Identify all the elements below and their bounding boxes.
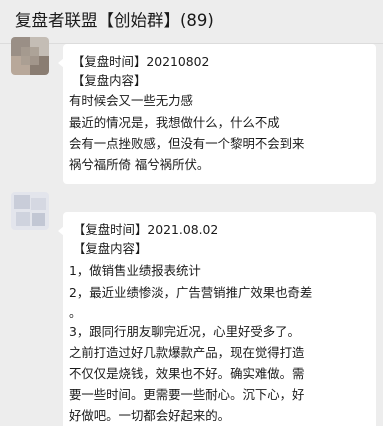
message-line: 不仅仅是烧钱，效果也不好。确实难做。需: [69, 366, 305, 381]
chat-title[interactable]: 复盘者联盟【创始群】(89): [15, 9, 214, 33]
message-line: 【复盘内容】: [72, 73, 147, 88]
message-line: 最近的情况是，我想做什么，什么不成: [69, 115, 280, 130]
message-bubble[interactable]: 【复盘时间】20210802 【复盘内容】 有时候会又一些无力感 最近的情况是，…: [58, 44, 376, 184]
bubble-tail: [58, 226, 64, 236]
message-line: 之前打造过好几款爆款产品，现在觉得打造: [69, 345, 305, 360]
message-line: 【复盘内容】: [73, 241, 148, 256]
chat-header: 复盘者联盟【创始群】(89): [0, 0, 383, 44]
avatar[interactable]: [11, 37, 49, 75]
message-line: 。: [69, 305, 82, 320]
message-line: 1，做销售业绩报表统计: [69, 263, 201, 278]
message-line: 好做吧。一切都会好起来的。: [69, 408, 231, 423]
message-line: 有时候会又一些无力感: [69, 93, 193, 108]
message-line: 祸兮福所倚 福兮祸所伏。: [69, 157, 210, 172]
bubble-tail: [58, 58, 64, 68]
avatar[interactable]: [11, 192, 49, 230]
message-line: 【复盘时间】2021.08.02: [73, 222, 219, 237]
message-line: 3，跟同行朋友聊完近况，心里好受多了。: [69, 324, 300, 339]
message-line: 会有一点挫败感，但没有一个黎明不会到来: [69, 136, 305, 151]
message-line: 要一些时间。更需要一些耐心。沉下心，好: [69, 387, 305, 402]
message-line: 2，最近业绩惨淡，广告营销推广效果也奇差: [69, 285, 313, 300]
message-bubble[interactable]: 【复盘时间】2021.08.02 【复盘内容】 1，做销售业绩报表统计 2，最近…: [58, 212, 376, 426]
message-line: 【复盘时间】20210802: [72, 54, 210, 69]
